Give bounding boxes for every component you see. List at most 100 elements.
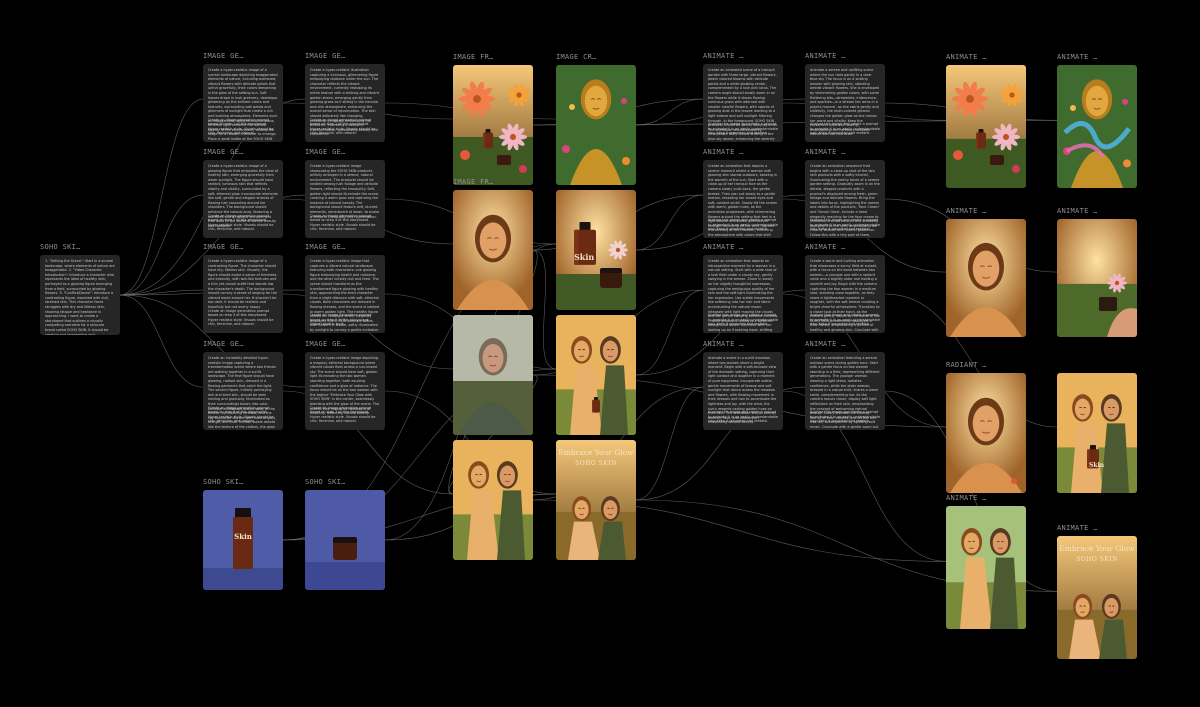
image-output-duo2[interactable] (453, 440, 533, 560)
image-output-flowers[interactable] (453, 65, 533, 185)
node-t5[interactable]: IMAGE GE… Create a hyper-realistic image … (203, 243, 283, 333)
node-i8[interactable]: Embrace Your Glow SOHO SKIN (556, 440, 636, 560)
prompt-text-card[interactable]: Animate a scene in a sunlit meadow, wher… (703, 352, 783, 430)
image-output-tagline2[interactable]: Embrace Your Glow SOHO SKIN (1057, 536, 1137, 659)
node-title[interactable]: IMAGE FR… (453, 178, 494, 186)
image-output-duo[interactable] (556, 315, 636, 435)
image-output-portrait[interactable] (946, 219, 1026, 337)
prompt-text-card[interactable]: Create a hyper-realistic illustration ca… (305, 64, 385, 142)
node-title[interactable]: ANIMATE … (703, 340, 744, 348)
node-i9[interactable]: SOHO SKI… Skin (203, 478, 283, 590)
prompt-text-card[interactable]: Create a hyper-realistic image that capt… (305, 255, 385, 333)
node-title[interactable]: SOHO SKI… (40, 243, 81, 251)
node-a5[interactable]: ANIMATE … Create an animation that depict… (703, 243, 783, 333)
node-title[interactable]: ANIMATE … (703, 52, 744, 60)
image-output-duo3[interactable]: Skin (1057, 373, 1137, 493)
image-output-meadow_duo[interactable] (946, 506, 1026, 629)
image-output-hand[interactable] (1057, 219, 1137, 337)
node-v7[interactable]: ANIMATE … (946, 494, 1026, 629)
node-i7[interactable] (453, 440, 533, 560)
node-v1[interactable]: ANIMATE … (946, 53, 1026, 188)
node-i6[interactable] (556, 315, 636, 435)
node-title[interactable]: SOHO SKI… (305, 478, 346, 486)
node-title[interactable]: ANIMATE … (703, 243, 744, 251)
node-title[interactable]: ANIMATE … (1057, 524, 1098, 532)
node-v8[interactable]: ANIMATE … Embrace Your Glow SOHO SKIN (1057, 524, 1137, 659)
node-title[interactable]: RADIANT … (946, 361, 987, 369)
prompt-text-card[interactable]: Create a hyper-realistic image of a cont… (203, 255, 283, 333)
prompt-text-card[interactable]: Create a hyper-realistic image of a glow… (203, 160, 283, 238)
prompt-text-card[interactable]: Create an animated scene of a tranquil g… (703, 64, 783, 142)
prompt-text-card[interactable]: Create a warm and inviting animation tha… (805, 255, 885, 333)
node-i4[interactable]: Skin (556, 190, 636, 310)
node-i10[interactable]: SOHO SKI… (305, 478, 385, 590)
node-title[interactable]: ANIMATE … (805, 148, 846, 156)
node-title[interactable]: ANIMATE … (1057, 53, 1098, 61)
node-title[interactable]: ANIMATE … (946, 494, 987, 502)
node-title[interactable]: ANIMATE … (946, 53, 987, 61)
image-output-portrait[interactable] (453, 190, 533, 310)
node-title[interactable]: ANIMATE … (805, 340, 846, 348)
node-title[interactable]: IMAGE GE… (305, 243, 346, 251)
node-i5[interactable] (453, 315, 533, 435)
node-title[interactable]: IMAGE GE… (203, 243, 244, 251)
node-title[interactable]: ANIMATE … (1057, 207, 1098, 215)
node-title[interactable]: IMAGE GE… (203, 340, 244, 348)
node-title[interactable]: ANIMATE … (703, 148, 744, 156)
prompt-text-card[interactable]: Create an incredibly detailed hyper-real… (203, 352, 283, 430)
node-a6[interactable]: ANIMATE … Create a warm and inviting anim… (805, 243, 885, 333)
node-title[interactable]: IMAGE GE… (305, 148, 346, 156)
prompt-text-card[interactable]: Create an animation that depicts an intr… (703, 255, 783, 333)
node-v5[interactable]: RADIANT … (946, 361, 1026, 493)
image-output-golden[interactable] (556, 65, 636, 185)
node-canvas[interactable]: SOHO SKI… 1. "Setting the Scene": Start i… (0, 0, 1200, 707)
node-title[interactable]: IMAGE GE… (305, 340, 346, 348)
node-title[interactable]: ANIMATE … (805, 52, 846, 60)
image-output-tired[interactable] (453, 315, 533, 435)
node-a2[interactable]: ANIMATE … Animate a serene and uplifting … (805, 52, 885, 142)
node-a8[interactable]: ANIMATE … Create an animation featuring a… (805, 340, 885, 430)
image-output-golden2[interactable] (1057, 65, 1137, 188)
node-a1[interactable]: ANIMATE … Create an animated scene of a t… (703, 52, 783, 142)
node-v2[interactable]: ANIMATE … (1057, 53, 1137, 188)
prompt-text-card[interactable]: 1. "Setting the Scene": Start in a surre… (40, 255, 120, 335)
node-t4[interactable]: IMAGE GE… Create a hyper-realistic image … (305, 148, 385, 238)
node-a3[interactable]: ANIMATE … Create an animation that depict… (703, 148, 783, 238)
node-a7[interactable]: ANIMATE … Animate a scene in a sunlit mea… (703, 340, 783, 430)
node-i3[interactable]: IMAGE FR… (453, 178, 533, 310)
node-title[interactable]: IMAGE GE… (203, 148, 244, 156)
node-v4[interactable]: ANIMATE … (1057, 207, 1137, 337)
node-i2[interactable]: IMAGE CR… (556, 53, 636, 185)
node-v6[interactable]: Skin (1057, 373, 1137, 493)
node-title[interactable]: ANIMATE … (805, 243, 846, 251)
node-t3[interactable]: IMAGE GE… Create a hyper-realistic image … (203, 148, 283, 238)
node-t2[interactable]: IMAGE GE… Create a hyper-realistic illust… (305, 52, 385, 142)
image-output-jar_blue[interactable] (305, 490, 385, 590)
prompt-text-card[interactable]: Create a hyper-realistic image depicting… (305, 352, 385, 430)
node-a4[interactable]: ANIMATE … Create an animation sequence th… (805, 148, 885, 238)
node-t8[interactable]: IMAGE GE… Create a hyper-realistic image … (305, 340, 385, 430)
node-v3[interactable]: ANIMATE … (946, 207, 1026, 337)
prompt-text-card[interactable]: Create an animation sequence that begins… (805, 160, 885, 238)
node-n0[interactable]: SOHO SKI… 1. "Setting the Scene": Start i… (40, 243, 120, 335)
image-output-tagline[interactable]: Embrace Your Glow SOHO SKIN (556, 440, 636, 560)
prompt-text-card[interactable]: Create a hyper-realistic image showcasin… (305, 160, 385, 238)
node-t1[interactable]: IMAGE GE… Create a hyper-realistic image … (203, 52, 283, 142)
prompt-text-card[interactable]: Create a hyper-realistic image of a surr… (203, 64, 283, 142)
node-title[interactable]: IMAGE GE… (305, 52, 346, 60)
node-title[interactable]: IMAGE FR… (453, 53, 494, 61)
prompt-text-card[interactable]: Animate a serene and uplifting scene whe… (805, 64, 885, 142)
node-i1[interactable]: IMAGE FR… (453, 53, 533, 185)
image-output-portrait2[interactable] (946, 373, 1026, 493)
image-output-bottle_blue[interactable]: Skin (203, 490, 283, 590)
prompt-text-card[interactable]: Create an animation featuring a serene o… (805, 352, 885, 430)
node-title[interactable]: ANIMATE … (946, 207, 987, 215)
node-title[interactable]: SOHO SKI… (203, 478, 244, 486)
prompt-text-card[interactable]: Create an animation that depicts a seren… (703, 160, 783, 238)
node-title[interactable]: IMAGE GE… (203, 52, 244, 60)
node-t6[interactable]: IMAGE GE… Create a hyper-realistic image … (305, 243, 385, 333)
node-t7[interactable]: IMAGE GE… Create an incredibly detailed h… (203, 340, 283, 430)
image-output-product[interactable]: Skin (556, 190, 636, 310)
node-title[interactable]: IMAGE CR… (556, 53, 597, 61)
image-output-flowers[interactable] (946, 65, 1026, 188)
